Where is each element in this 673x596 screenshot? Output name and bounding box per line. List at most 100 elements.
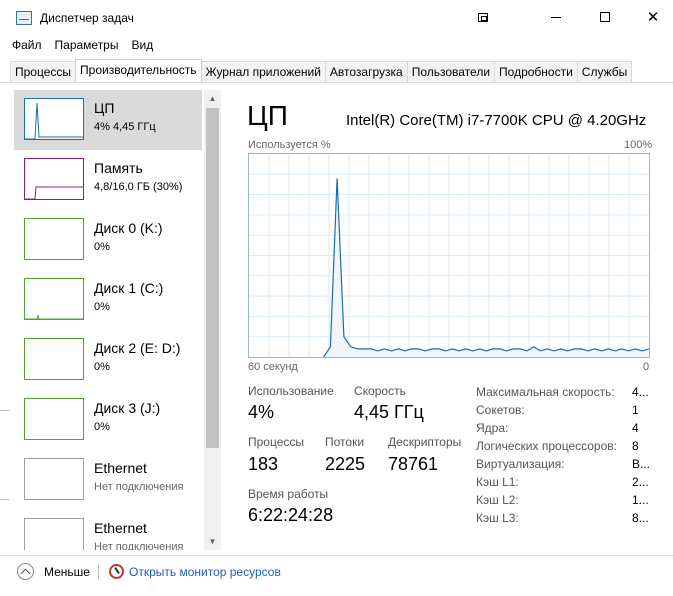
sidebar-item-subtext: 0% xyxy=(94,241,110,253)
spec-virtualization-value: В... xyxy=(632,457,651,471)
spec-max-speed-label: Максимальная скорость: xyxy=(476,385,615,399)
spec-logical-value: 8 xyxy=(632,439,639,453)
spec-l2-value: 1... xyxy=(632,493,649,507)
graph-x-label-right: 0 xyxy=(643,361,650,373)
scrollbar-thumb[interactable] xyxy=(206,108,219,448)
sidebar-item[interactable]: Ethernet Нет подключения xyxy=(14,450,202,510)
sidebar-item-label: Ethernet xyxy=(94,520,147,536)
mini-graph xyxy=(25,519,83,550)
sidebar-item-label: Диск 2 (E: D:) xyxy=(94,340,181,356)
spec-l1-label: Кэш L1: xyxy=(476,475,519,489)
sidebar-thumbnail-graph xyxy=(24,398,84,440)
mini-graph xyxy=(25,219,83,259)
sidebar-scrollbar[interactable]: ▲ ▼ xyxy=(204,90,221,550)
sidebar-thumbnail-graph xyxy=(24,458,84,500)
spec-l3-label: Кэш L3: xyxy=(476,511,519,525)
minimize-button[interactable] xyxy=(533,0,579,34)
mini-graph xyxy=(25,459,83,499)
spec-logical-label: Логических процессоров: xyxy=(476,439,617,453)
sidebar-thumbnail-graph xyxy=(24,218,84,260)
cpu-usage-area xyxy=(323,178,649,357)
sidebar-item-label: Память xyxy=(94,160,143,176)
usage-label: Использование xyxy=(248,384,334,398)
sidebar-item-subtext: Нет подключения xyxy=(94,481,184,493)
spec-max-speed-value: 4... xyxy=(632,385,649,399)
sidebar-thumbnail-graph xyxy=(24,158,84,200)
sidebar-item-subtext: 4% 4,45 ГГц xyxy=(94,121,156,133)
sidebar-item-label: Ethernet xyxy=(94,460,147,476)
minimize-icon xyxy=(551,16,561,18)
spec-l3-value: 8... xyxy=(632,511,649,525)
mini-graph xyxy=(25,102,83,139)
tab-details[interactable]: Подробности xyxy=(494,61,578,82)
task-manager-icon xyxy=(16,11,32,25)
window-title: Диспетчер задач xyxy=(40,11,134,25)
sidebar-item-subtext: 0% xyxy=(94,421,110,433)
mini-graph-line xyxy=(25,186,83,199)
sidebar-item-subtext: 0% xyxy=(94,301,110,313)
sidebar-item-subtext: 0% xyxy=(94,361,110,373)
tab-processes[interactable]: Процессы xyxy=(10,61,77,82)
cpu-model-name: Intel(R) Core(TM) i7-7700K CPU @ 4.20GHz xyxy=(346,112,647,129)
sidebar-item[interactable]: Диск 3 (J:) 0% xyxy=(14,390,202,450)
sidebar-item[interactable]: Диск 2 (E: D:) 0% xyxy=(14,330,202,390)
processes-value: 183 xyxy=(248,454,279,474)
sidebar-item[interactable]: Диск 1 (C:) 0% xyxy=(14,270,202,330)
cpu-usage-chart xyxy=(249,154,649,357)
graph-y-max-label: 100% xyxy=(624,139,653,151)
cpu-usage-line xyxy=(323,178,649,357)
mini-graph xyxy=(25,314,83,319)
spec-cores-label: Ядра: xyxy=(476,421,509,435)
usage-value: 4% xyxy=(248,402,275,422)
sidebar-thumbnail-graph xyxy=(24,338,84,380)
handles-label: Дескрипторы xyxy=(388,435,462,449)
maximize-icon xyxy=(600,12,610,22)
sidebar-item[interactable]: Ethernet Нет подключения xyxy=(14,510,202,550)
scroll-up-arrow-icon[interactable]: ▲ xyxy=(204,90,221,107)
chevron-up-icon[interactable] xyxy=(17,563,34,580)
resource-monitor-icon[interactable] xyxy=(109,564,124,579)
graph-y-label: Используется % xyxy=(248,139,331,151)
tab-performance[interactable]: Производительность xyxy=(75,59,202,82)
sidebar-item[interactable]: Память 4,8/16,0 ГБ (30%) xyxy=(14,150,202,210)
threads-value: 2225 xyxy=(325,454,366,474)
sidebar-item-label: ЦП xyxy=(94,100,115,116)
sidebar-item-label: Диск 0 (K:) xyxy=(94,220,163,236)
mini-graph xyxy=(25,186,83,199)
mini-graph xyxy=(25,339,83,379)
tab-users[interactable]: Пользователи xyxy=(406,61,496,82)
sidebar-item[interactable]: ЦП 4% 4,45 ГГц xyxy=(14,90,202,150)
menu-view[interactable]: Вид xyxy=(130,36,159,56)
sidebar-item-label: Диск 3 (J:) xyxy=(94,400,161,416)
mini-graph-line xyxy=(25,102,83,139)
mini-graph-line xyxy=(25,314,83,319)
tab-app-history[interactable]: Журнал приложений xyxy=(200,61,326,82)
spec-cores-value: 4 xyxy=(632,421,639,435)
sidebar-item-label: Диск 1 (C:) xyxy=(94,280,164,296)
spec-sockets-value: 1 xyxy=(632,403,639,417)
fewer-details-button[interactable]: Меньше xyxy=(44,565,90,579)
open-resource-monitor-link[interactable]: Открыть монитор ресурсов xyxy=(129,565,281,579)
menu-options[interactable]: Параметры xyxy=(54,36,125,56)
uptime-label: Время работы xyxy=(248,487,329,501)
resource-list: ЦП 4% 4,45 ГГц Память 4,8/16,0 ГБ (30%) Диск… xyxy=(10,90,204,550)
scroll-down-arrow-icon[interactable]: ▼ xyxy=(204,533,221,550)
sidebar-item[interactable]: Диск 0 (K:) 0% xyxy=(14,210,202,270)
footer-separator xyxy=(98,565,99,579)
tab-strip: Процессы Производительность Журнал прило… xyxy=(10,59,633,82)
footer-divider xyxy=(0,555,673,556)
tabs-divider xyxy=(0,82,673,83)
close-button[interactable]: ✕ xyxy=(630,0,673,34)
cpu-usage-graph xyxy=(248,153,650,358)
compact-mode-button[interactable] xyxy=(460,0,506,34)
menu-file[interactable]: Файл xyxy=(0,36,48,56)
tab-startup[interactable]: Автозагрузка xyxy=(324,61,408,82)
sidebar-thumbnail-graph xyxy=(24,518,84,550)
tab-services[interactable]: Службы xyxy=(576,61,633,82)
threads-label: Потоки xyxy=(325,435,365,449)
close-icon: ✕ xyxy=(646,8,660,26)
speed-label: Скорость xyxy=(354,384,406,398)
spec-virtualization-label: Виртуализация: xyxy=(476,457,565,471)
page-title: ЦП xyxy=(247,100,288,131)
maximize-button[interactable] xyxy=(582,0,628,34)
